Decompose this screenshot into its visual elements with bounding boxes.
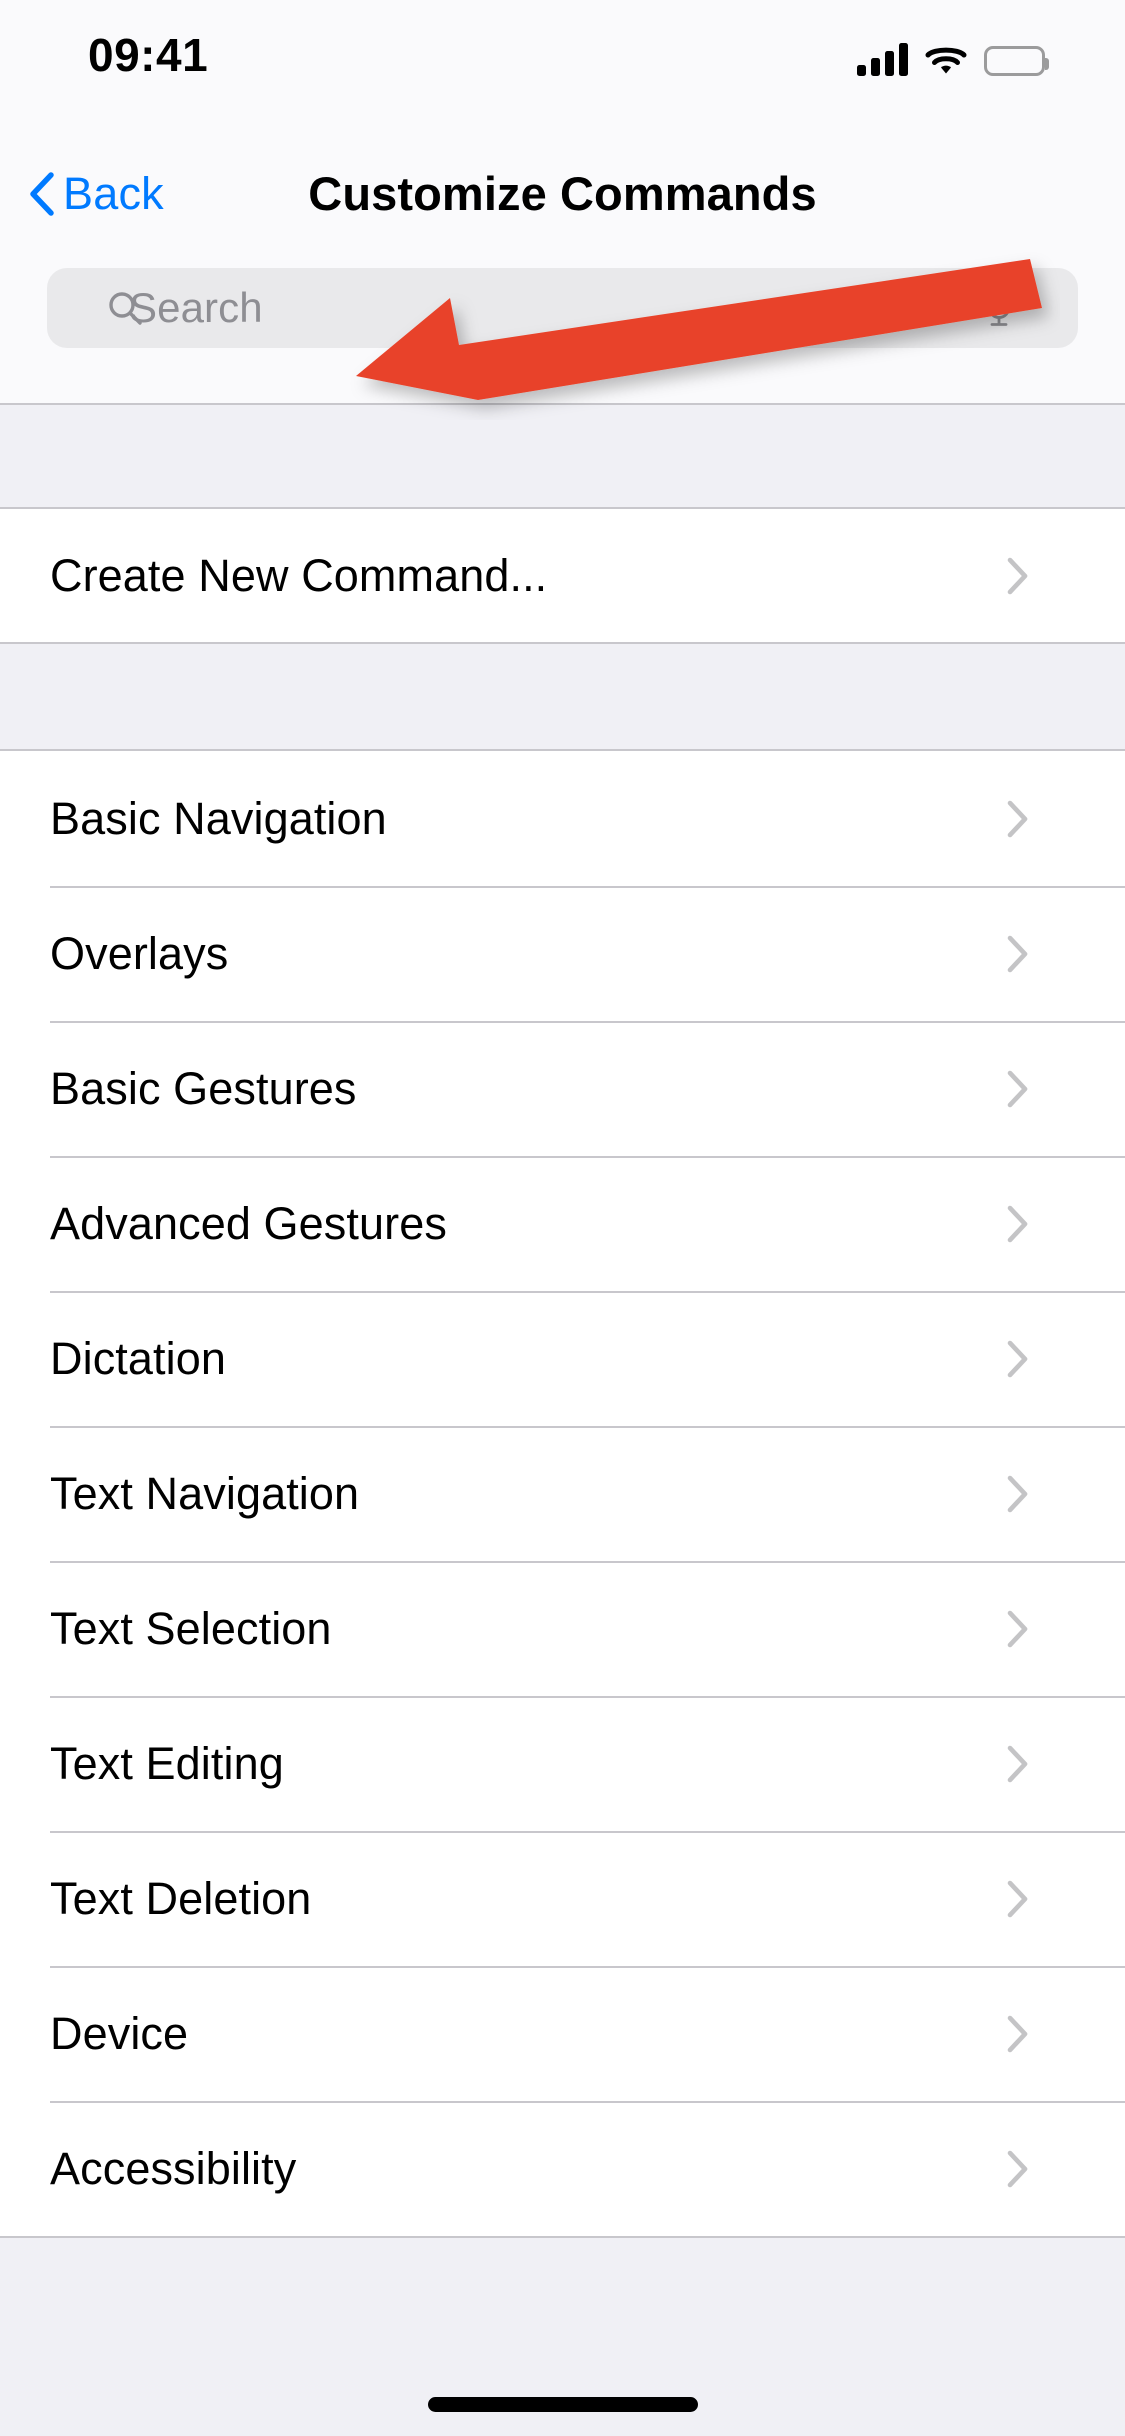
row-label: Create New Command... xyxy=(50,549,548,601)
chevron-right-icon xyxy=(1007,1340,1077,1378)
row-text-navigation[interactable]: Text Navigation xyxy=(0,1426,1125,1561)
row-label: Dictation xyxy=(50,1332,226,1384)
status-bar: 09:41 xyxy=(0,0,1125,132)
command-categories-section: Basic Navigation Overlays Basic Gestures… xyxy=(0,749,1125,2238)
row-create-new-command[interactable]: Create New Command... xyxy=(0,509,1125,642)
section-gap-top xyxy=(0,405,1125,507)
chevron-right-icon xyxy=(1007,2015,1077,2053)
row-text-editing[interactable]: Text Editing xyxy=(0,1696,1125,1831)
search-input-placeholder: Search xyxy=(129,284,263,331)
row-device[interactable]: Device xyxy=(0,1966,1125,2101)
row-text-deletion[interactable]: Text Deletion xyxy=(0,1831,1125,1966)
row-label: Accessibility xyxy=(50,2142,297,2194)
chevron-right-icon xyxy=(1007,1475,1077,1513)
row-label: Text Deletion xyxy=(50,1872,312,1924)
row-label: Overlays xyxy=(50,927,229,979)
row-basic-navigation[interactable]: Basic Navigation xyxy=(0,751,1125,886)
chevron-right-icon xyxy=(1007,1205,1077,1243)
row-text-selection[interactable]: Text Selection xyxy=(0,1561,1125,1696)
row-overlays[interactable]: Overlays xyxy=(0,886,1125,1021)
row-label: Device xyxy=(50,2007,189,2059)
status-bar-icons xyxy=(857,32,1049,76)
section-gap-middle xyxy=(0,644,1125,749)
row-dictation[interactable]: Dictation xyxy=(0,1291,1125,1426)
microphone-icon[interactable] xyxy=(987,286,1046,330)
home-indicator-bar xyxy=(427,2397,698,2412)
status-bar-time: 09:41 xyxy=(88,29,209,81)
row-label: Basic Navigation xyxy=(50,792,387,844)
page-title: Customize Commands xyxy=(308,167,817,220)
battery-full-icon xyxy=(984,46,1049,76)
settings-list: Create New Command... Basic Navigation O… xyxy=(0,405,1125,2436)
row-accessibility[interactable]: Accessibility xyxy=(0,2101,1125,2236)
row-advanced-gestures[interactable]: Advanced Gestures xyxy=(0,1156,1125,1291)
chevron-right-icon xyxy=(1007,1745,1077,1783)
row-label: Basic Gestures xyxy=(50,1062,357,1114)
magnifier-icon xyxy=(77,290,142,326)
row-label: Text Editing xyxy=(50,1737,284,1789)
wifi-icon xyxy=(925,44,967,76)
chevron-right-icon xyxy=(1007,935,1077,973)
iphone-screen: Back Customize Commands Search 09:41 Cre… xyxy=(0,0,1125,2436)
chevron-right-icon xyxy=(1007,557,1077,595)
row-label: Advanced Gestures xyxy=(50,1197,447,1249)
chevron-right-icon xyxy=(1007,1070,1077,1108)
chevron-right-icon xyxy=(1007,1880,1077,1918)
cellular-signal-icon xyxy=(857,42,908,76)
chevron-right-icon xyxy=(1007,800,1077,838)
create-command-section: Create New Command... xyxy=(0,507,1125,644)
row-label: Text Navigation xyxy=(50,1467,360,1519)
chevron-right-icon xyxy=(1007,2150,1077,2188)
row-label: Text Selection xyxy=(50,1602,332,1654)
search-field[interactable]: Search xyxy=(47,268,1078,348)
row-basic-gestures[interactable]: Basic Gestures xyxy=(0,1021,1125,1156)
chevron-right-icon xyxy=(1007,1610,1077,1648)
